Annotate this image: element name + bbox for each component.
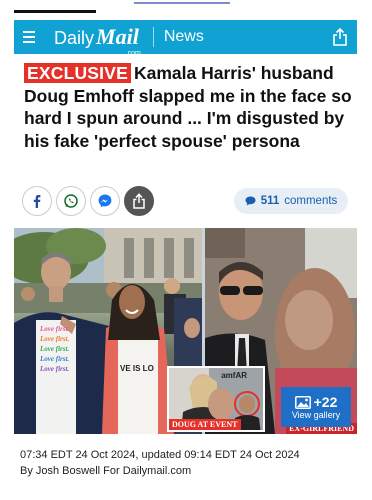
nav-divider (152, 27, 154, 47)
logo-com: .com (125, 50, 141, 57)
messenger-icon (98, 194, 112, 208)
comment-bubble-icon (245, 196, 256, 206)
share-icon[interactable] (323, 20, 357, 54)
inset-caption: DOUG AT EVENT (169, 419, 241, 430)
byline-dates: 07:34 EDT 24 Oct 2024, updated 09:14 EDT… (20, 449, 300, 461)
messenger-share-button[interactable] (90, 186, 120, 216)
more-share-button[interactable] (124, 186, 154, 216)
site-logo[interactable]: Daily Mail .com (54, 24, 141, 57)
status-strip-dark (14, 10, 96, 13)
whatsapp-icon (64, 194, 78, 208)
status-strip (0, 0, 372, 20)
share-icon (133, 193, 145, 209)
facebook-icon (33, 195, 41, 208)
inset-logo: amfAR (221, 371, 247, 380)
view-gallery-button[interactable]: +22 View gallery (281, 387, 351, 427)
whatsapp-share-button[interactable] (56, 186, 86, 216)
comments-label: comments (284, 195, 338, 207)
logo-mail: Mail (96, 24, 139, 49)
shirt-text: Love first. Love first. Love first. Love… (40, 325, 70, 373)
shirt-text-right: VE IS LO (120, 364, 154, 373)
menu-icon[interactable] (14, 20, 44, 54)
share-buttons (22, 186, 154, 216)
byline-author: By Josh Boswell For Dailymail.com (20, 465, 192, 477)
top-navigation-bar: Daily Mail .com News (14, 20, 357, 57)
facebook-share-button[interactable] (22, 186, 52, 216)
comments-count: 511 (260, 195, 280, 207)
gallery-label: View gallery (291, 410, 341, 420)
gallery-icon (294, 395, 311, 409)
gallery-count: +22 (313, 394, 338, 410)
comments-button[interactable]: 511 comments (234, 188, 348, 214)
article-byline: 07:34 EDT 24 Oct 2024, updated 09:14 EDT… (20, 447, 360, 479)
status-strip-accent (134, 2, 230, 4)
inset-photo: amfAR DOUG AT EVENT (167, 366, 265, 432)
logo-daily: Daily (54, 28, 95, 48)
article-headline: EXCLUSIVE Kamala Harris' husband Doug Emh… (24, 62, 354, 152)
article-photo[interactable]: Love first. Love first. Love first. Love… (14, 228, 357, 434)
section-label[interactable]: News (164, 28, 204, 46)
exclusive-badge: EXCLUSIVE (24, 63, 131, 83)
